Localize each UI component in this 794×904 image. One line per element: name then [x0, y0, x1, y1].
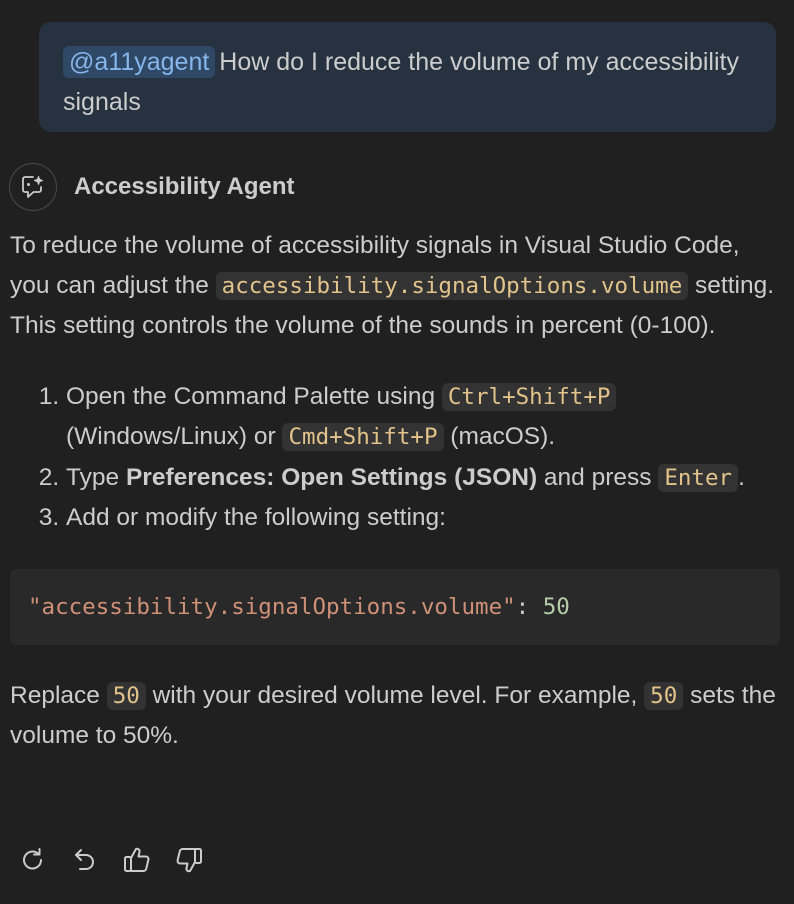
- retry-button[interactable]: [18, 844, 48, 876]
- value-code: 50: [106, 681, 146, 710]
- response-closing: Replace 50 with your desired volume leve…: [10, 676, 780, 756]
- response-intro: To reduce the volume of accessibility si…: [10, 226, 780, 346]
- code-colon: :: [515, 593, 543, 620]
- closing-text: Replace: [10, 681, 107, 709]
- agent-mention-chip[interactable]: @a11yagent: [63, 46, 216, 78]
- user-request-bubble: @a11yagent How do I reduce the volume of …: [39, 22, 776, 132]
- steps-list: Open the Command Palette using Ctrl+Shif…: [10, 377, 780, 538]
- closing-text: with your desired volume level. For exam…: [145, 681, 645, 709]
- undo-button[interactable]: [70, 844, 100, 876]
- setting-inline-code: accessibility.signalOptions.volume: [215, 271, 689, 300]
- agent-response: To reduce the volume of accessibility si…: [10, 226, 780, 756]
- retry-icon: [19, 846, 47, 874]
- list-item: Open the Command Palette using Ctrl+Shif…: [66, 377, 780, 458]
- step-text: (Windows/Linux) or: [66, 423, 283, 450]
- keybinding-code: Cmd+Shift+P: [282, 423, 444, 451]
- thumbs-down-icon: [174, 845, 204, 875]
- step-text: .: [738, 463, 745, 491]
- code-key: "accessibility.signalOptions.volume": [28, 593, 516, 620]
- thumbs-up-icon: [122, 845, 152, 875]
- response-actions: [18, 844, 204, 876]
- thumbs-up-button[interactable]: [122, 844, 152, 876]
- value-code: 50: [644, 681, 684, 710]
- thumbs-down-button[interactable]: [174, 844, 204, 876]
- step-text: Type: [66, 463, 126, 491]
- keybinding-code: Ctrl+Shift+P: [441, 382, 617, 411]
- agent-header: Accessibility Agent: [9, 161, 295, 213]
- code-block[interactable]: "accessibility.signalOptions.volume": 50: [10, 568, 780, 645]
- step-text: and press: [537, 463, 659, 491]
- agent-name: Accessibility Agent: [74, 173, 295, 200]
- step-text: (macOS).: [443, 423, 556, 450]
- step-text: Add or modify the following setting:: [66, 504, 446, 531]
- chat-sparkle-icon: [9, 163, 57, 211]
- code-value: 50: [542, 593, 570, 620]
- command-name: Preferences: Open Settings (JSON): [125, 463, 538, 491]
- undo-icon: [71, 846, 99, 874]
- key-code: Enter: [658, 463, 739, 492]
- list-item: Type Preferences: Open Settings (JSON) a…: [66, 458, 780, 499]
- step-text: Open the Command Palette using: [66, 382, 442, 410]
- list-item: Add or modify the following setting:: [66, 498, 780, 538]
